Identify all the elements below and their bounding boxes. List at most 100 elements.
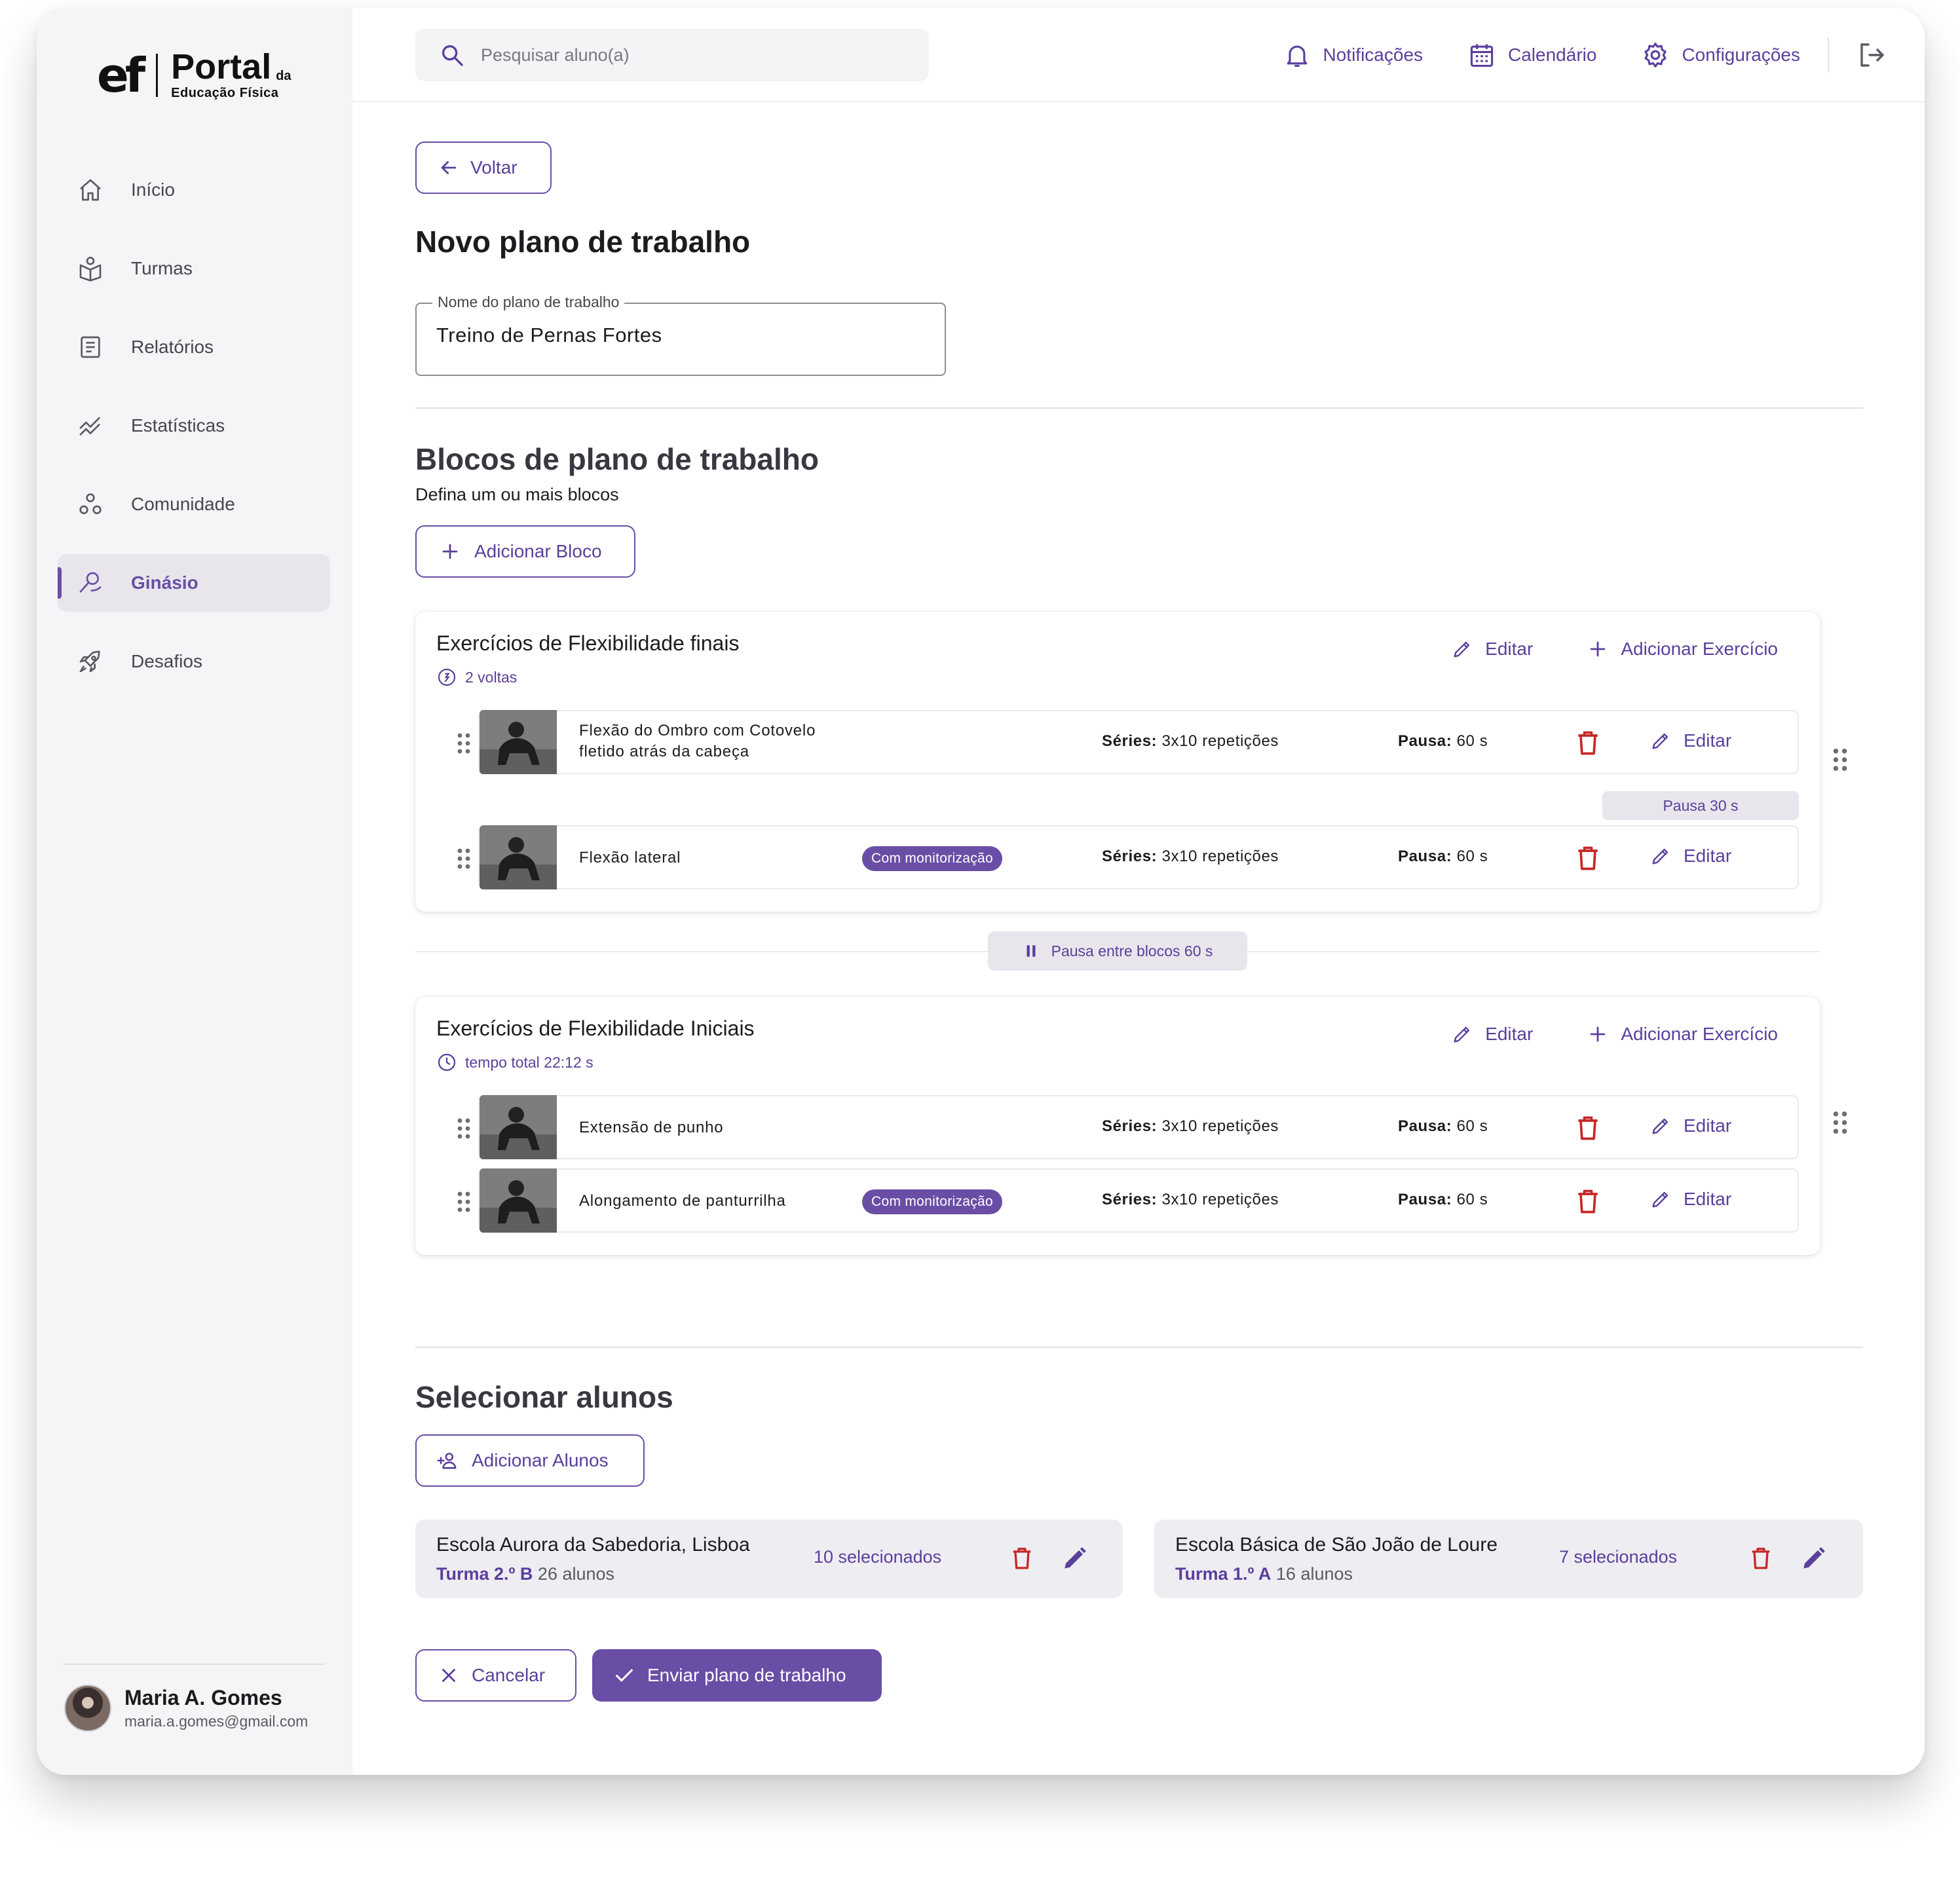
trash-icon[interactable] bbox=[1748, 1543, 1774, 1573]
edit-block-button[interactable]: Editar bbox=[1451, 638, 1533, 660]
edit-block-button[interactable]: Editar bbox=[1451, 1023, 1533, 1045]
exercise-series: Séries: 3x10 repetições bbox=[1102, 848, 1279, 866]
between-blocks-pill[interactable]: Pausa entre blocos 60 s bbox=[988, 931, 1247, 971]
cancel-button[interactable]: Cancelar bbox=[415, 1649, 576, 1702]
school-card[interactable]: Escola Básica de São João de Loure Turma… bbox=[1154, 1520, 1863, 1598]
submit-plan-button[interactable]: Enviar plano de trabalho bbox=[592, 1649, 882, 1702]
back-button[interactable]: Voltar bbox=[415, 141, 552, 194]
plan-name-field[interactable]: Nome do plano de trabalho bbox=[415, 293, 946, 376]
edit-exercise-button[interactable]: Editar bbox=[1649, 730, 1731, 752]
pencil-icon[interactable] bbox=[1799, 1544, 1828, 1573]
clock-icon bbox=[438, 1053, 456, 1072]
add-students-label: Adicionar Alunos bbox=[472, 1450, 609, 1470]
app-window: ef Portal da Educação Física Início Turm… bbox=[37, 8, 1925, 1775]
search-input[interactable] bbox=[481, 45, 874, 65]
series-value: 3x10 repetições bbox=[1161, 732, 1279, 750]
exercise-name: Flexão do Ombro com Cotovelo fletido atr… bbox=[579, 720, 816, 762]
exercise-row[interactable]: Alongamento de panturrilha Com monitoriz… bbox=[457, 1168, 1799, 1233]
exercise-name: Alongamento de panturrilha bbox=[579, 1192, 786, 1210]
notifications-link[interactable]: Notificações bbox=[1283, 41, 1423, 69]
drag-handle-icon[interactable] bbox=[457, 1191, 470, 1213]
sidebar-item-desafios[interactable]: Desafios bbox=[58, 633, 330, 690]
add-exercise-button[interactable]: Adicionar Exercício bbox=[1587, 638, 1778, 660]
calendar-icon bbox=[1470, 44, 1494, 67]
exercise-thumbnail bbox=[480, 710, 557, 774]
exercise-thumbnail bbox=[480, 1095, 557, 1159]
school-card[interactable]: Escola Aurora da Sabedoria, Lisboa Turma… bbox=[415, 1520, 1123, 1598]
block-drag-handle-icon[interactable] bbox=[1833, 1111, 1847, 1134]
stats-icon bbox=[79, 417, 100, 436]
add-students-button[interactable]: Adicionar Alunos bbox=[415, 1434, 645, 1487]
school-name: Escola Aurora da Sabedoria, Lisboa bbox=[436, 1534, 750, 1556]
drag-handle-icon[interactable] bbox=[457, 732, 470, 755]
trash-icon[interactable] bbox=[1574, 1112, 1602, 1144]
pause-key: Pausa: bbox=[1398, 1117, 1452, 1135]
edit-label: Editar bbox=[1684, 846, 1732, 866]
exercise-pause: Pausa: 60 s bbox=[1398, 1117, 1488, 1136]
pause-value: 60 s bbox=[1456, 1191, 1488, 1208]
user-profile[interactable]: Maria A. Gomes maria.a.gomes@gmail.com bbox=[64, 1685, 308, 1732]
sidebar-item-estatisticas[interactable]: Estatísticas bbox=[58, 397, 330, 455]
between-blocks-pause: Pausa entre blocos 60 s bbox=[415, 931, 1820, 971]
series-value: 3x10 repetições bbox=[1161, 848, 1279, 865]
exercise-name-line2: fletido atrás da cabeça bbox=[579, 743, 749, 760]
sidebar-item-turmas[interactable]: Turmas bbox=[58, 240, 330, 297]
series-value: 3x10 repetições bbox=[1161, 1117, 1279, 1135]
drag-handle-icon[interactable] bbox=[457, 1117, 470, 1140]
trash-icon[interactable] bbox=[1574, 1185, 1602, 1217]
edit-exercise-button[interactable]: Editar bbox=[1649, 845, 1731, 867]
edit-exercise-button[interactable]: Editar bbox=[1649, 1115, 1731, 1137]
edit-label: Editar bbox=[1684, 1189, 1732, 1209]
logout-icon[interactable] bbox=[1855, 39, 1887, 71]
top-bar: Notificações Calendário Configurações bbox=[352, 8, 1925, 102]
add-block-label: Adicionar Bloco bbox=[474, 541, 602, 561]
logo-subtitle: Educação Física bbox=[171, 86, 279, 100]
add-block-button[interactable]: Adicionar Bloco bbox=[415, 525, 635, 578]
app-logo[interactable]: ef Portal da Educação Física bbox=[97, 46, 295, 105]
pencil-icon bbox=[1652, 1191, 1668, 1208]
trash-icon[interactable] bbox=[1574, 842, 1602, 874]
calendar-link[interactable]: Calendário bbox=[1467, 41, 1596, 69]
community-icon bbox=[79, 493, 102, 515]
block-actions: Editar Adicionar Exercício bbox=[1451, 1023, 1778, 1045]
block-title: Exercícios de Flexibilidade Iniciais bbox=[436, 1016, 755, 1040]
exercise-row[interactable]: Extensão de punho Séries: 3x10 repetiçõe… bbox=[457, 1095, 1799, 1159]
profile-name: Maria A. Gomes bbox=[124, 1686, 282, 1709]
trash-icon[interactable] bbox=[1574, 727, 1602, 758]
block-meta-label: tempo total 22:12 s bbox=[465, 1053, 594, 1071]
workout-block: Exercícios de Flexibilidade finais 2 vol… bbox=[415, 612, 1820, 912]
pause-icon bbox=[1027, 945, 1036, 957]
exercise-row[interactable]: Flexão lateral Com monitorização Séries:… bbox=[457, 825, 1799, 889]
sidebar-item-label: Comunidade bbox=[131, 494, 235, 514]
between-blocks-label: Pausa entre blocos 60 s bbox=[1051, 942, 1213, 960]
sidebar-item-inicio[interactable]: Início bbox=[58, 161, 330, 219]
drag-handle-icon[interactable] bbox=[457, 848, 470, 870]
monitoring-badge: Com monitorização bbox=[862, 1189, 1002, 1214]
edit-label: Editar bbox=[1684, 730, 1732, 751]
settings-link[interactable]: Configurações bbox=[1641, 41, 1800, 69]
search-bar[interactable] bbox=[415, 29, 929, 81]
divider bbox=[415, 407, 1863, 409]
plus-icon bbox=[442, 544, 458, 559]
pencil-icon[interactable] bbox=[1060, 1544, 1089, 1573]
pencil-icon bbox=[1652, 848, 1668, 865]
exercise-row[interactable]: Flexão do Ombro com Cotovelo fletido atr… bbox=[457, 710, 1799, 774]
sidebar-item-relatorios[interactable]: Relatórios bbox=[58, 318, 330, 376]
logo-name: Portal bbox=[171, 47, 272, 86]
sidebar-item-label: Turmas bbox=[131, 258, 193, 278]
sidebar-item-label: Desafios bbox=[131, 651, 202, 671]
divider bbox=[415, 1347, 1863, 1348]
add-exercise-button[interactable]: Adicionar Exercício bbox=[1587, 1023, 1778, 1045]
edit-exercise-button[interactable]: Editar bbox=[1649, 1188, 1731, 1210]
block-drag-handle-icon[interactable] bbox=[1833, 748, 1847, 772]
plan-name-input[interactable] bbox=[436, 324, 921, 347]
sidebar-item-comunidade[interactable]: Comunidade bbox=[58, 476, 330, 533]
settings-label: Configurações bbox=[1682, 45, 1800, 65]
trash-icon[interactable] bbox=[1009, 1543, 1035, 1573]
pause-value: 60 s bbox=[1456, 1117, 1488, 1135]
gym-icon bbox=[79, 572, 102, 593]
sidebar-item-ginasio[interactable]: Ginásio bbox=[58, 554, 330, 612]
check-icon bbox=[616, 1669, 633, 1682]
class-icon bbox=[79, 257, 102, 282]
series-key: Séries: bbox=[1102, 848, 1158, 865]
